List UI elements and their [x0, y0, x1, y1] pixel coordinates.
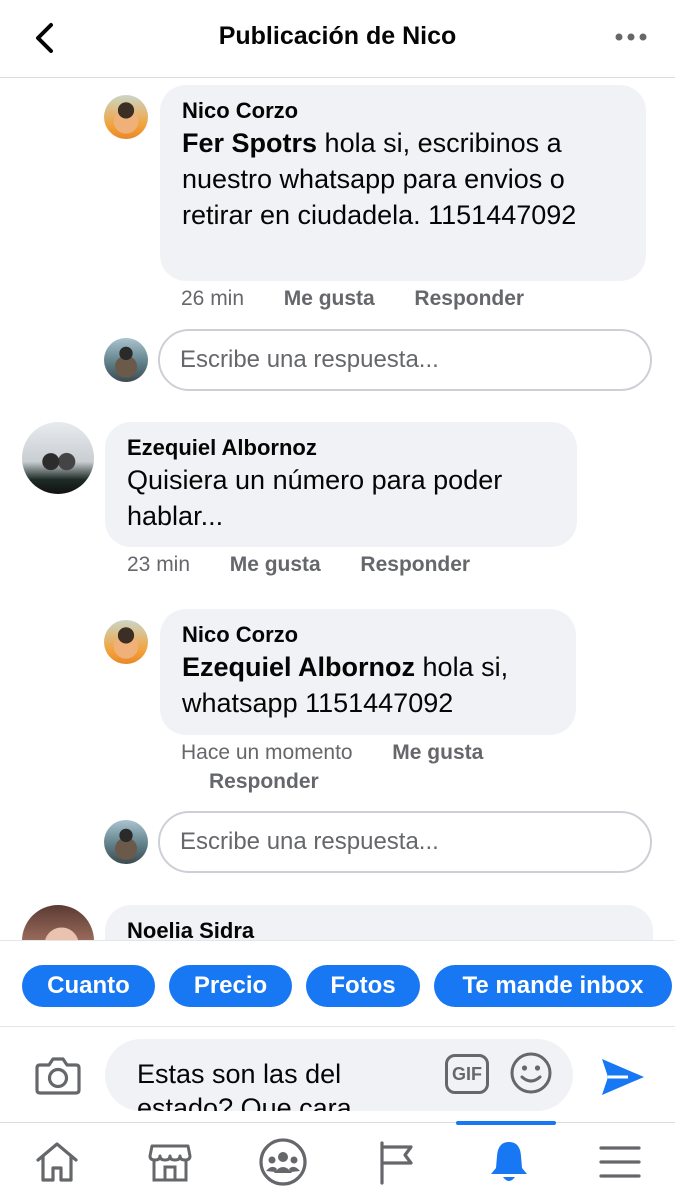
comment-bubble[interactable]: Nico Corzo Fer Spotrs hola si, escribino… — [160, 85, 646, 281]
marketplace-icon — [148, 1144, 192, 1182]
comment-actions-overflow: Responder — [209, 770, 319, 794]
quick-reply-chip[interactable]: Cuanto — [22, 965, 155, 1007]
avatar[interactable] — [104, 620, 148, 664]
more-dots-icon — [615, 33, 647, 41]
reply-button[interactable]: Responder — [414, 287, 524, 310]
reply-button[interactable]: Responder — [209, 770, 319, 793]
menu-icon — [599, 1146, 641, 1178]
home-icon — [36, 1142, 78, 1182]
emoji-icon — [510, 1052, 552, 1094]
send-icon — [602, 1059, 644, 1095]
comment-bubble[interactable]: Noelia Sidra — [105, 905, 653, 940]
current-user-avatar — [104, 338, 148, 382]
comment-actions: Hace un momento Me gusta — [181, 741, 483, 765]
reply-input-field[interactable] — [158, 329, 652, 391]
notifications-bell-icon — [491, 1142, 527, 1181]
comment-actions: 26 min Me gusta Responder — [181, 287, 524, 311]
tab-home[interactable] — [9, 1123, 105, 1200]
comment-author[interactable]: Ezequiel Albornoz — [127, 434, 557, 462]
current-user-avatar — [104, 820, 148, 864]
avatar[interactable] — [22, 422, 94, 494]
tab-menu[interactable] — [572, 1123, 668, 1200]
comment-author[interactable]: Nico Corzo — [182, 97, 626, 125]
comment-bubble[interactable]: Nico Corzo Ezequiel Albornoz hola si, wh… — [160, 609, 576, 735]
comment-text: Fer Spotrs hola si, escribinos a nuestro… — [182, 125, 626, 233]
reply-input[interactable] — [180, 828, 650, 856]
camera-button[interactable] — [34, 1053, 82, 1097]
mention-link[interactable]: Fer Spotrs — [182, 128, 317, 158]
comment-input-box[interactable]: Estas son las del estado? Que cara GIF — [105, 1039, 573, 1111]
comments-feed[interactable]: Nico Corzo Fer Spotrs hola si, escribino… — [0, 79, 675, 940]
more-options-button[interactable] — [611, 22, 651, 52]
comment-time[interactable]: 26 min — [181, 287, 244, 310]
comment-time[interactable]: 23 min — [127, 553, 190, 576]
comment-composer: Estas son las del estado? Que cara GIF — [0, 1026, 675, 1122]
like-button[interactable]: Me gusta — [392, 741, 483, 764]
quick-reply-chip[interactable]: Fotos — [306, 965, 420, 1007]
reply-button[interactable]: Responder — [360, 553, 470, 576]
comment-author[interactable]: Noelia Sidra — [127, 917, 633, 940]
comment-bubble[interactable]: Ezequiel Albornoz Quisiera un número par… — [105, 422, 577, 547]
mention-link[interactable]: Ezequiel Albornoz — [182, 652, 415, 682]
emoji-button[interactable] — [509, 1051, 553, 1095]
groups-icon — [259, 1138, 307, 1186]
avatar[interactable] — [104, 95, 148, 139]
tab-pages[interactable] — [348, 1123, 444, 1200]
pages-flag-icon — [380, 1141, 413, 1185]
top-bar: Publicación de Nico — [0, 0, 675, 78]
reply-input-field[interactable] — [158, 811, 652, 873]
comment-text: Ezequiel Albornoz hola si, whatsapp 1151… — [182, 649, 556, 721]
send-button[interactable] — [598, 1055, 648, 1099]
reply-input[interactable] — [180, 346, 650, 374]
comment-author[interactable]: Nico Corzo — [182, 621, 556, 649]
bottom-tab-bar — [0, 1121, 675, 1200]
like-button[interactable]: Me gusta — [230, 553, 321, 576]
tab-groups[interactable] — [235, 1123, 331, 1200]
tab-notifications[interactable] — [461, 1123, 557, 1200]
page-title: Publicación de Nico — [218, 22, 457, 50]
comment-text: Quisiera un número para poder hablar... — [127, 465, 503, 531]
quick-replies-bar: Cuanto Precio Fotos Te mande inbox — [0, 940, 675, 1026]
comment-input-text[interactable]: Estas son las del estado? Que cara — [137, 1057, 437, 1111]
comment-time[interactable]: Hace un momento — [181, 741, 353, 764]
tab-marketplace[interactable] — [122, 1123, 218, 1200]
camera-icon — [35, 1057, 81, 1095]
avatar[interactable] — [22, 905, 94, 940]
comment-actions: 23 min Me gusta Responder — [127, 553, 470, 577]
like-button[interactable]: Me gusta — [284, 287, 375, 310]
quick-reply-chip[interactable]: Precio — [169, 965, 292, 1007]
gif-button[interactable]: GIF — [445, 1054, 489, 1094]
quick-reply-chip[interactable]: Te mande inbox — [434, 965, 672, 1007]
